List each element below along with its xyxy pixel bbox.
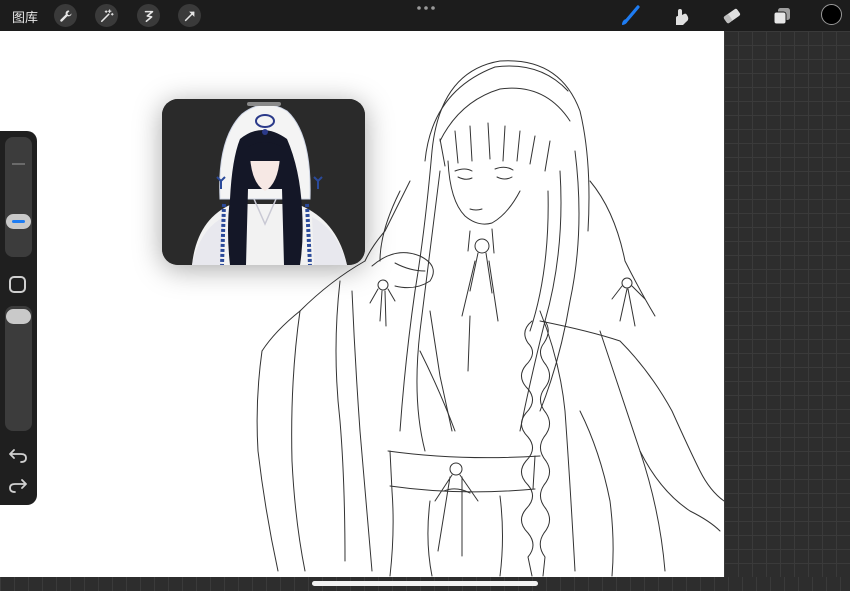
selection-button[interactable] bbox=[137, 4, 160, 27]
selection-icon bbox=[144, 10, 153, 22]
transform-button[interactable] bbox=[178, 4, 201, 27]
reference-window[interactable] bbox=[162, 99, 365, 265]
more-options-icon[interactable] bbox=[416, 3, 436, 13]
eraser-icon[interactable] bbox=[721, 5, 743, 27]
top-toolbar: 图库 bbox=[0, 0, 850, 31]
opacity-slider[interactable] bbox=[5, 306, 32, 431]
color-picker-button[interactable] bbox=[821, 4, 842, 25]
canvas-background-grid bbox=[724, 31, 850, 577]
layers-icon[interactable] bbox=[771, 5, 793, 27]
brush-size-knob[interactable] bbox=[6, 214, 31, 230]
reference-window-handle[interactable] bbox=[247, 102, 281, 106]
actions-button[interactable] bbox=[54, 4, 77, 27]
brush-icon[interactable] bbox=[619, 5, 641, 27]
smudge-icon[interactable] bbox=[670, 5, 692, 27]
wrench-icon bbox=[59, 9, 72, 22]
magic-wand-icon bbox=[100, 8, 114, 22]
adjustments-button[interactable] bbox=[95, 4, 118, 27]
brush-size-slider[interactable] bbox=[5, 137, 32, 257]
transform-arrow-icon bbox=[184, 11, 194, 21]
opacity-knob[interactable] bbox=[6, 309, 31, 324]
slider-indicator bbox=[12, 220, 25, 224]
home-indicator[interactable] bbox=[312, 581, 538, 586]
redo-icon[interactable] bbox=[9, 477, 27, 493]
undo-icon[interactable] bbox=[9, 447, 27, 463]
left-sidebar bbox=[0, 131, 37, 505]
modify-button[interactable] bbox=[9, 276, 26, 293]
reference-image bbox=[162, 99, 365, 265]
gallery-button[interactable]: 图库 bbox=[12, 7, 38, 26]
slider-tick bbox=[12, 163, 25, 165]
